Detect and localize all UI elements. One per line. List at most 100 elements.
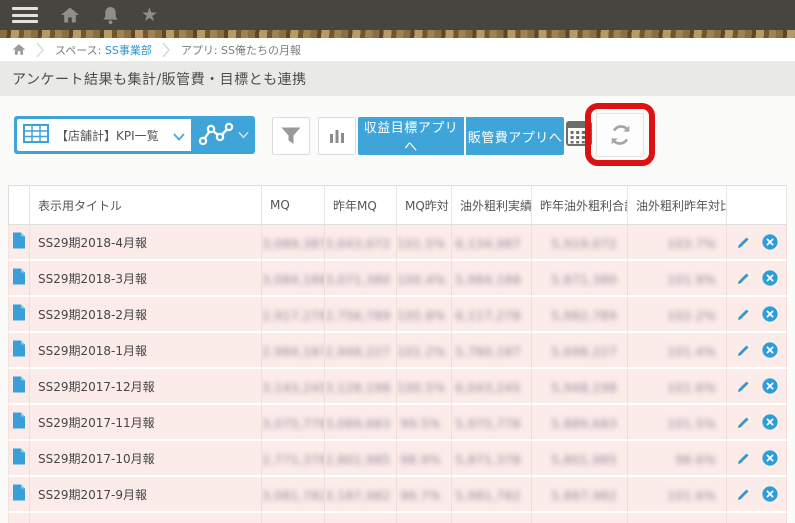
record-value: 101.5% bbox=[628, 405, 727, 441]
table-view-icon bbox=[23, 123, 49, 147]
record-value: 3,084,188 bbox=[262, 261, 325, 297]
edit-icon bbox=[738, 381, 749, 392]
record-title[interactable]: SS29期2018-4月報 bbox=[30, 225, 262, 261]
record-title[interactable]: SS29期2017-12月報 bbox=[30, 369, 262, 405]
edit-record-button[interactable] bbox=[734, 484, 754, 504]
record-actions bbox=[727, 297, 787, 333]
record-value: 5,975,776 bbox=[452, 405, 532, 441]
delete-record-button[interactable] bbox=[760, 268, 780, 288]
delete-icon bbox=[761, 378, 778, 394]
header-lastyear-oil-profit: 昨年油外粗利合計 bbox=[532, 185, 628, 225]
record-document-icon bbox=[13, 232, 25, 248]
breadcrumb-space-link[interactable]: SS事業部 bbox=[105, 44, 152, 57]
edit-record-button[interactable] bbox=[734, 232, 754, 252]
revenue-target-app-button[interactable]: 収益目標アプリへ bbox=[358, 117, 464, 155]
title-bar: アンケート結果も集計/販管費・目標とも連携 bbox=[0, 62, 795, 96]
record-value: 6,043,245 bbox=[452, 369, 532, 405]
record-value: 2,917,278 bbox=[262, 297, 325, 333]
record-value: 96.7% bbox=[397, 477, 452, 513]
delete-record-button[interactable] bbox=[760, 484, 780, 504]
view-selector-current[interactable]: 【店舗計】KPI一覧 bbox=[17, 119, 191, 151]
record-actions bbox=[727, 261, 787, 297]
record-title[interactable]: SS29期2017-11月報 bbox=[30, 405, 262, 441]
record-icon-cell bbox=[8, 333, 30, 369]
delete-record-button[interactable] bbox=[760, 448, 780, 468]
edit-record-button[interactable] bbox=[734, 376, 754, 396]
header-mq-yoy: MQ昨対 bbox=[397, 185, 452, 225]
record-document-icon bbox=[13, 304, 25, 320]
record-value: 5,698,227 bbox=[532, 333, 628, 369]
home-icon[interactable] bbox=[60, 6, 80, 24]
menu-icon[interactable] bbox=[12, 7, 38, 23]
breadcrumb-home-icon[interactable] bbox=[12, 43, 26, 56]
header-oil-profit: 油外粗利実績 bbox=[452, 185, 532, 225]
record-title[interactable]: SS29期2018-3月報 bbox=[30, 261, 262, 297]
record-value: 103.7% bbox=[628, 225, 727, 261]
record-icon-cell bbox=[8, 477, 30, 513]
star-icon[interactable]: ★ bbox=[141, 5, 158, 25]
record-document-icon bbox=[13, 448, 25, 464]
chart-button[interactable] bbox=[318, 117, 356, 155]
view-selector[interactable]: 【店舗計】KPI一覧 bbox=[14, 116, 255, 154]
edit-icon bbox=[738, 273, 749, 284]
delete-record-button[interactable] bbox=[760, 340, 780, 360]
record-document-icon bbox=[13, 412, 25, 428]
edit-record-button[interactable] bbox=[734, 304, 754, 324]
record-value: 101.6% bbox=[628, 369, 727, 405]
top-nav: ★ bbox=[0, 0, 795, 30]
record-value: 6,134,987 bbox=[452, 225, 532, 261]
page-title: アンケート結果も集計/販管費・目標とも連携 bbox=[12, 72, 307, 88]
edit-record-button[interactable] bbox=[734, 448, 754, 468]
header-lastyear-mq: 昨年MQ bbox=[325, 185, 397, 225]
record-value: 3,128,198 bbox=[325, 369, 397, 405]
record-actions bbox=[727, 225, 787, 261]
graph-view-button[interactable] bbox=[191, 116, 255, 154]
record-value: 3,075,776 bbox=[262, 405, 325, 441]
edit-record-button[interactable] bbox=[734, 412, 754, 432]
sga-app-button[interactable]: 販管費アプリへ bbox=[466, 117, 564, 155]
record-title[interactable]: SS29期2018-2月報 bbox=[30, 297, 262, 333]
table-row: SS29期2018-3月報 3,084,188 3,071,380 100.4% 5,9… bbox=[8, 261, 787, 297]
record-document-icon bbox=[13, 340, 25, 356]
records-table: 表示用タイトル MQ 昨年MQ MQ昨対 油外粗利実績 昨年油外粗利合計 油外粗… bbox=[8, 185, 787, 523]
record-value: 101.4% bbox=[628, 333, 727, 369]
record-title[interactable]: SS29期2017-10月報 bbox=[30, 441, 262, 477]
breadcrumb-space-prefix: スペース: bbox=[55, 43, 102, 57]
filter-button[interactable] bbox=[272, 117, 310, 155]
delete-icon bbox=[761, 414, 778, 430]
header-title: 表示用タイトル bbox=[30, 185, 262, 225]
record-value: 2,801,985 bbox=[325, 441, 397, 477]
delete-icon bbox=[761, 450, 778, 466]
record-actions bbox=[727, 513, 787, 523]
record-icon-cell bbox=[8, 405, 30, 441]
record-value: 98.9% bbox=[397, 441, 452, 477]
header-oil-profit-yoy: 油外粗利昨年対比 bbox=[628, 185, 727, 225]
record-title[interactable]: SS29期2018-1月報 bbox=[30, 333, 262, 369]
delete-record-button[interactable] bbox=[760, 304, 780, 324]
table-row bbox=[8, 513, 787, 523]
record-value bbox=[628, 513, 727, 523]
record-value: 3,043,072 bbox=[325, 225, 397, 261]
edit-icon bbox=[738, 489, 749, 500]
record-value: 3,187,982 bbox=[325, 477, 397, 513]
record-icon-cell bbox=[8, 261, 30, 297]
refresh-button[interactable] bbox=[596, 113, 644, 157]
record-actions bbox=[727, 477, 787, 513]
edit-icon bbox=[738, 345, 749, 356]
record-value: 3,081,782 bbox=[262, 477, 325, 513]
delete-record-button[interactable] bbox=[760, 412, 780, 432]
record-value: 101.9% bbox=[628, 261, 727, 297]
record-actions bbox=[727, 405, 787, 441]
delete-record-button[interactable] bbox=[760, 232, 780, 252]
app-window: ★ スペース: SS事業部 アプリ: SS俺たちの月報 アンケート結果も集計/販… bbox=[0, 0, 795, 523]
record-value bbox=[452, 513, 532, 523]
bell-icon[interactable] bbox=[102, 6, 119, 25]
edit-record-button[interactable] bbox=[734, 268, 754, 288]
record-title[interactable]: SS29期2017-9月報 bbox=[30, 477, 262, 513]
calculator-grid-icon[interactable] bbox=[566, 121, 592, 147]
cover-image-strip bbox=[0, 30, 795, 38]
record-title[interactable] bbox=[30, 513, 262, 523]
record-value: 99.5% bbox=[397, 405, 452, 441]
delete-record-button[interactable] bbox=[760, 376, 780, 396]
edit-record-button[interactable] bbox=[734, 340, 754, 360]
